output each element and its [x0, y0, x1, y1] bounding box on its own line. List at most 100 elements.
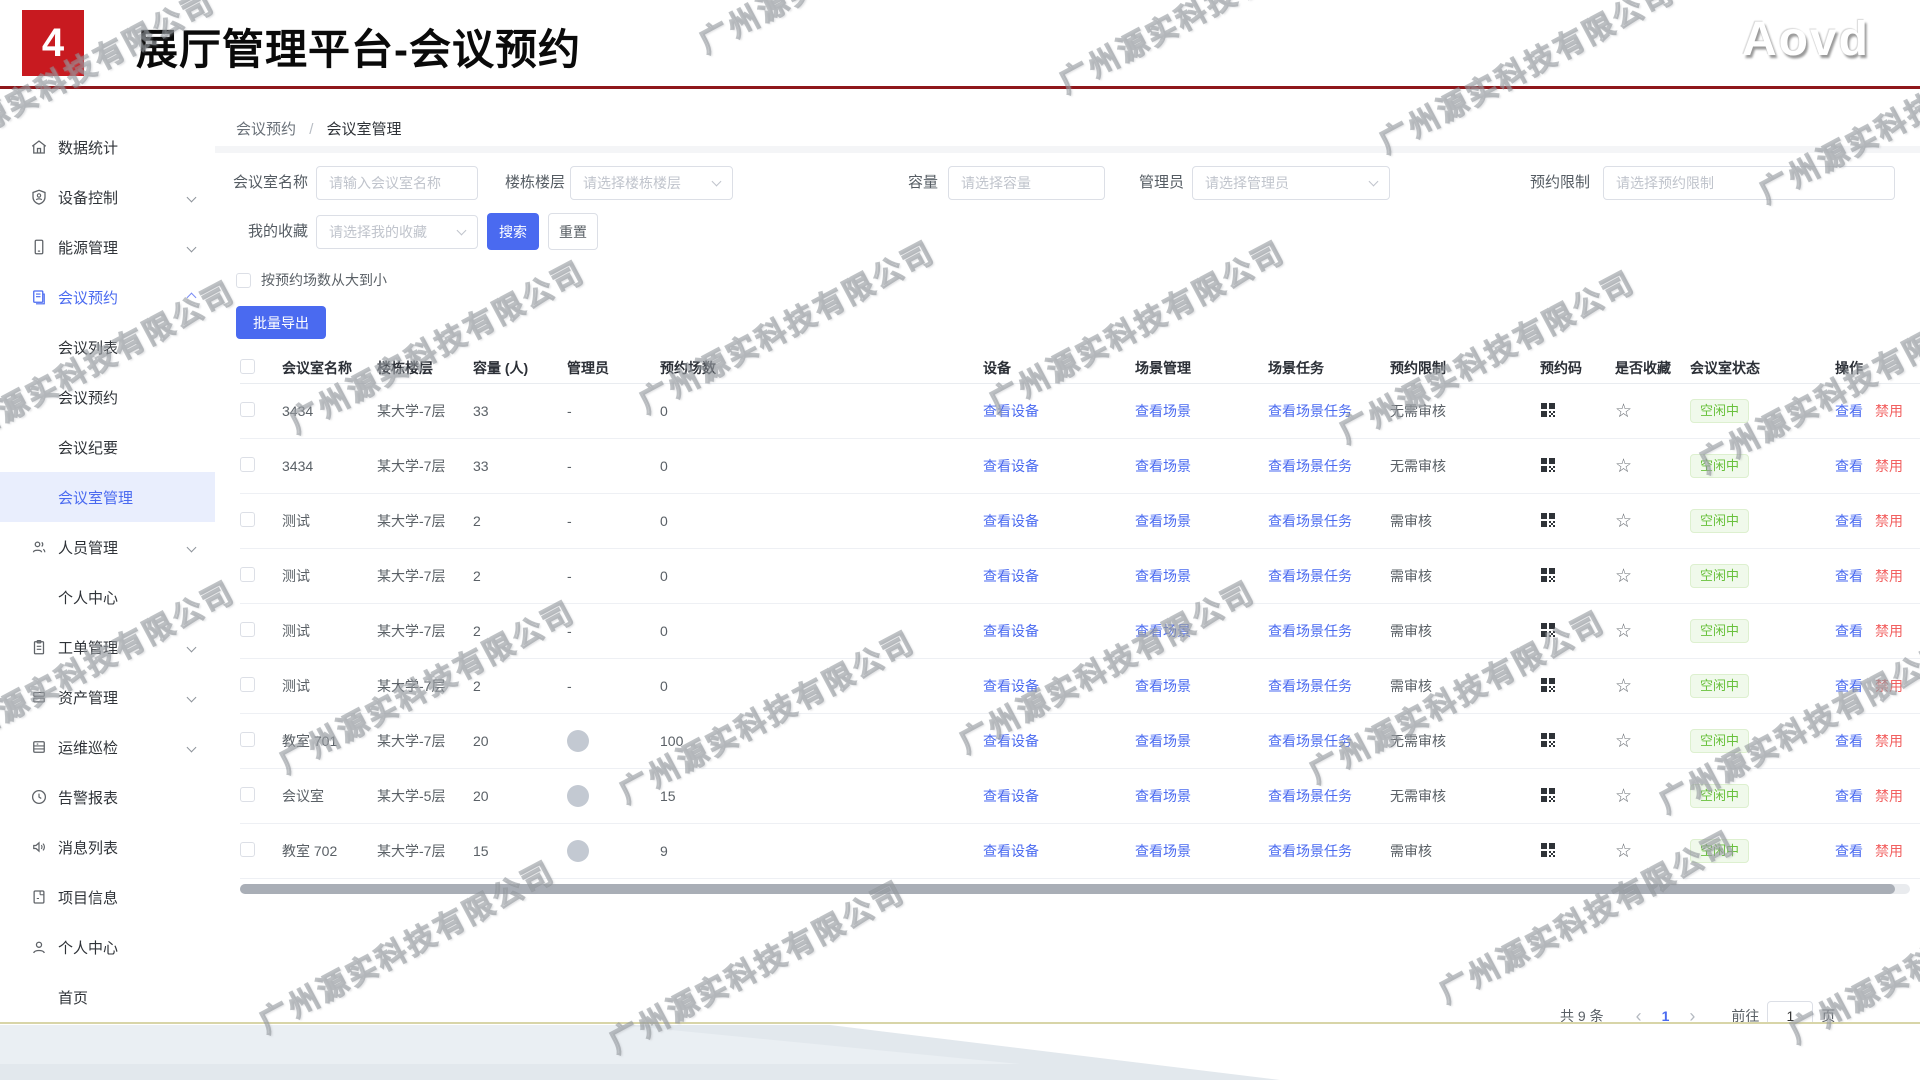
- favorite-star-icon[interactable]: ☆: [1615, 510, 1632, 532]
- disable-action-link[interactable]: 禁用: [1875, 511, 1903, 531]
- sidebar-item-device-control[interactable]: 设备控制: [0, 172, 215, 222]
- search-button[interactable]: 搜索: [487, 213, 539, 250]
- favorite-star-icon[interactable]: ☆: [1615, 730, 1632, 752]
- view-scene-link[interactable]: 查看场景: [1135, 513, 1191, 529]
- view-action-link[interactable]: 查看: [1835, 676, 1863, 696]
- disable-action-link[interactable]: 禁用: [1875, 566, 1903, 586]
- sidebar-item-work-orders[interactable]: 工单管理: [0, 622, 215, 672]
- qr-code-icon[interactable]: [1540, 842, 1556, 858]
- sidebar-item-project-info[interactable]: 项目信息: [0, 872, 215, 922]
- view-action-link[interactable]: 查看: [1835, 456, 1863, 476]
- disable-action-link[interactable]: 禁用: [1875, 841, 1903, 861]
- favorite-star-icon[interactable]: ☆: [1615, 565, 1632, 587]
- qr-code-icon[interactable]: [1540, 457, 1556, 473]
- horizontal-scrollbar[interactable]: [240, 884, 1910, 894]
- qr-code-icon[interactable]: [1540, 677, 1556, 693]
- sidebar-item-energy[interactable]: 能源管理: [0, 222, 215, 272]
- qr-code-icon[interactable]: [1540, 402, 1556, 418]
- admin-select[interactable]: 请选择管理员: [1192, 166, 1390, 200]
- qr-code-icon[interactable]: [1540, 732, 1556, 748]
- view-action-link[interactable]: 查看: [1835, 786, 1863, 806]
- batch-export-button[interactable]: 批量导出: [236, 306, 326, 339]
- row-checkbox[interactable]: [240, 842, 255, 857]
- view-scene-link[interactable]: 查看场景: [1135, 403, 1191, 419]
- scrollbar-thumb[interactable]: [240, 884, 1895, 894]
- sidebar-item-meeting-rooms[interactable]: 会议室管理: [0, 472, 215, 522]
- row-checkbox[interactable]: [240, 402, 255, 417]
- view-device-link[interactable]: 查看设备: [983, 568, 1039, 584]
- view-device-link[interactable]: 查看设备: [983, 458, 1039, 474]
- view-action-link[interactable]: 查看: [1835, 731, 1863, 751]
- disable-action-link[interactable]: 禁用: [1875, 676, 1903, 696]
- view-scene-link[interactable]: 查看场景: [1135, 678, 1191, 694]
- view-scene-link[interactable]: 查看场景: [1135, 788, 1191, 804]
- view-action-link[interactable]: 查看: [1835, 566, 1863, 586]
- breadcrumb-parent[interactable]: 会议预约: [236, 121, 296, 138]
- view-action-link[interactable]: 查看: [1835, 511, 1863, 531]
- disable-action-link[interactable]: 禁用: [1875, 456, 1903, 476]
- favorite-select[interactable]: 请选择我的收藏: [316, 215, 478, 249]
- view-scene-task-link[interactable]: 查看场景任务: [1268, 403, 1352, 419]
- view-scene-task-link[interactable]: 查看场景任务: [1268, 788, 1352, 804]
- sidebar-item-data-stats[interactable]: 数据统计: [0, 122, 215, 172]
- room-name-input[interactable]: [316, 166, 478, 200]
- sidebar-item-meeting-list[interactable]: 会议列表: [0, 322, 215, 372]
- sidebar-item-home[interactable]: 首页: [0, 972, 215, 1022]
- sidebar-item-meeting-booking[interactable]: 会议预约: [0, 272, 215, 322]
- sidebar-item-meeting-booking-sub[interactable]: 会议预约: [0, 372, 215, 422]
- view-device-link[interactable]: 查看设备: [983, 678, 1039, 694]
- favorite-star-icon[interactable]: ☆: [1615, 840, 1632, 862]
- sidebar-item-assets[interactable]: 资产管理: [0, 672, 215, 722]
- view-device-link[interactable]: 查看设备: [983, 513, 1039, 529]
- qr-code-icon[interactable]: [1540, 512, 1556, 528]
- view-device-link[interactable]: 查看设备: [983, 623, 1039, 639]
- view-scene-task-link[interactable]: 查看场景任务: [1268, 568, 1352, 584]
- row-checkbox[interactable]: [240, 677, 255, 692]
- view-action-link[interactable]: 查看: [1835, 401, 1863, 421]
- select-all-checkbox[interactable]: [240, 358, 255, 374]
- view-scene-link[interactable]: 查看场景: [1135, 568, 1191, 584]
- row-checkbox[interactable]: [240, 567, 255, 582]
- favorite-star-icon[interactable]: ☆: [1615, 455, 1632, 477]
- view-action-link[interactable]: 查看: [1835, 841, 1863, 861]
- view-scene-task-link[interactable]: 查看场景任务: [1268, 843, 1352, 859]
- row-checkbox[interactable]: [240, 732, 255, 747]
- sidebar-item-personal-center[interactable]: 个人中心: [0, 572, 215, 622]
- disable-action-link[interactable]: 禁用: [1875, 731, 1903, 751]
- view-device-link[interactable]: 查看设备: [983, 843, 1039, 859]
- limit-select[interactable]: 请选择预约限制: [1603, 166, 1895, 200]
- view-device-link[interactable]: 查看设备: [983, 733, 1039, 749]
- sidebar-item-alarm-reports[interactable]: 告警报表: [0, 772, 215, 822]
- qr-code-icon[interactable]: [1540, 787, 1556, 803]
- view-scene-task-link[interactable]: 查看场景任务: [1268, 678, 1352, 694]
- qr-code-icon[interactable]: [1540, 567, 1556, 583]
- view-action-link[interactable]: 查看: [1835, 621, 1863, 641]
- view-scene-task-link[interactable]: 查看场景任务: [1268, 458, 1352, 474]
- view-device-link[interactable]: 查看设备: [983, 403, 1039, 419]
- favorite-star-icon[interactable]: ☆: [1615, 785, 1632, 807]
- row-checkbox[interactable]: [240, 787, 255, 802]
- view-scene-link[interactable]: 查看场景: [1135, 623, 1191, 639]
- view-scene-link[interactable]: 查看场景: [1135, 843, 1191, 859]
- disable-action-link[interactable]: 禁用: [1875, 786, 1903, 806]
- disable-action-link[interactable]: 禁用: [1875, 401, 1903, 421]
- view-scene-task-link[interactable]: 查看场景任务: [1268, 733, 1352, 749]
- reset-button[interactable]: 重置: [548, 213, 598, 250]
- qr-code-icon[interactable]: [1540, 622, 1556, 638]
- row-checkbox[interactable]: [240, 457, 255, 472]
- favorite-star-icon[interactable]: ☆: [1615, 675, 1632, 697]
- row-checkbox[interactable]: [240, 512, 255, 527]
- view-scene-task-link[interactable]: 查看场景任务: [1268, 623, 1352, 639]
- favorite-star-icon[interactable]: ☆: [1615, 400, 1632, 422]
- view-device-link[interactable]: 查看设备: [983, 788, 1039, 804]
- sidebar-item-personal-center-2[interactable]: 个人中心: [0, 922, 215, 972]
- building-select[interactable]: 请选择楼栋楼层: [570, 166, 733, 200]
- view-scene-link[interactable]: 查看场景: [1135, 733, 1191, 749]
- disable-action-link[interactable]: 禁用: [1875, 621, 1903, 641]
- capacity-input[interactable]: [948, 166, 1105, 200]
- row-checkbox[interactable]: [240, 622, 255, 637]
- sidebar-item-meeting-minutes[interactable]: 会议纪要: [0, 422, 215, 472]
- sidebar-item-personnel[interactable]: 人员管理: [0, 522, 215, 572]
- view-scene-link[interactable]: 查看场景: [1135, 458, 1191, 474]
- sidebar-item-messages[interactable]: 消息列表: [0, 822, 215, 872]
